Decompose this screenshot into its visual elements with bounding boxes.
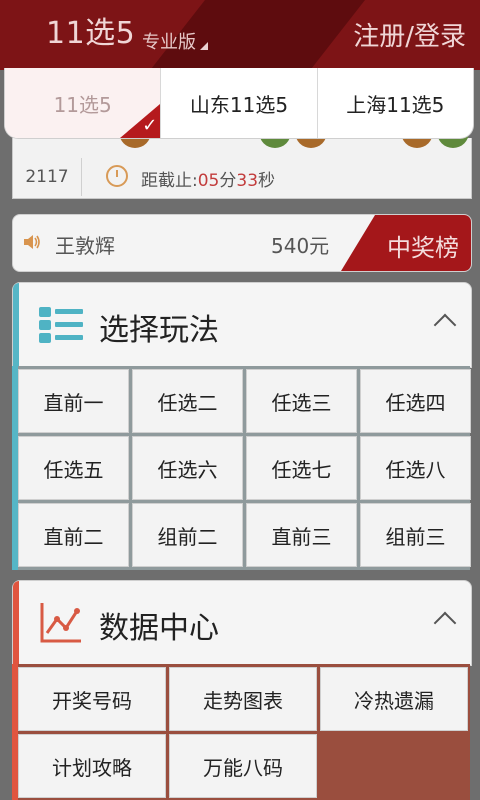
- play-option-10[interactable]: 组前二: [132, 503, 243, 567]
- play-option-12[interactable]: 组前三: [360, 503, 471, 567]
- winner-ticker[interactable]: 王敦辉 540元 中奖榜: [12, 214, 472, 272]
- play-option-4[interactable]: 任选四: [360, 369, 471, 433]
- section-accent-stripe: [13, 283, 19, 367]
- latest-result-panel: 2117 距截止:05分33秒: [12, 116, 472, 199]
- chevron-up-icon[interactable]: [433, 611, 457, 635]
- play-option-11[interactable]: 直前三: [246, 503, 357, 567]
- data-grid: 开奖号码 走势图表 冷热遗漏计划攻略 万能八码: [12, 664, 470, 800]
- data-option-5[interactable]: 万能八码: [169, 734, 317, 798]
- title-dropdown-caret-icon[interactable]: [200, 42, 208, 50]
- play-section-header[interactable]: 选择玩法: [12, 282, 472, 368]
- countdown-min-unit: 分: [219, 171, 237, 191]
- dropdown-option-shandong-11x5[interactable]: 山东11选5: [160, 68, 316, 138]
- leaderboard-label[interactable]: 中奖榜: [387, 228, 459, 263]
- play-option-6[interactable]: 任选六: [132, 436, 243, 500]
- play-option-9[interactable]: 直前二: [18, 503, 129, 567]
- winner-name: 王敦辉: [55, 234, 115, 258]
- play-option-3[interactable]: 任选三: [246, 369, 357, 433]
- countdown-seconds: 33: [236, 171, 259, 191]
- app-subtitle[interactable]: 专业版: [142, 28, 196, 54]
- issue-number: 2117: [13, 158, 82, 196]
- play-option-7[interactable]: 任选七: [246, 436, 357, 500]
- dropdown-option-label: 山东11选5: [189, 92, 289, 117]
- chevron-up-icon[interactable]: [433, 313, 457, 337]
- app-header: 11选5 专业版 注册/登录: [0, 0, 480, 70]
- section-title: 数据中心: [99, 611, 219, 646]
- data-section-header[interactable]: 数据中心: [12, 580, 472, 666]
- section-accent-stripe: [13, 581, 19, 665]
- dropdown-option-shanghai-11x5[interactable]: 上海11选5: [316, 68, 473, 138]
- trend-chart-icon: [40, 603, 81, 643]
- dropdown-option-11x5[interactable]: 11选5 ✓: [5, 68, 161, 138]
- lottery-type-dropdown: 11选5 ✓ 山东11选5 上海11选5: [4, 68, 474, 139]
- play-option-5[interactable]: 任选五: [18, 436, 129, 500]
- countdown-sec-unit: 秒: [258, 171, 276, 191]
- data-option-3[interactable]: 冷热遗漏: [320, 667, 468, 731]
- data-option-2[interactable]: 走势图表: [169, 667, 317, 731]
- clock-icon: [106, 165, 128, 187]
- data-option-4[interactable]: 计划攻略: [18, 734, 166, 798]
- speaker-icon: [24, 235, 40, 249]
- countdown-text: 距截止:05分33秒: [141, 166, 275, 191]
- login-register-button[interactable]: 注册/登录: [353, 20, 466, 54]
- dropdown-option-label: 11选5: [53, 92, 112, 117]
- countdown-prefix: 距截止:: [141, 171, 198, 191]
- countdown-minutes: 05: [197, 171, 220, 191]
- dropdown-option-label: 上海11选5: [346, 92, 445, 117]
- play-option-2[interactable]: 任选二: [132, 369, 243, 433]
- check-icon: ✓: [142, 115, 158, 136]
- app-title[interactable]: 11选5: [46, 16, 135, 52]
- winner-amount: 540元: [271, 234, 330, 258]
- play-option-8[interactable]: 任选八: [360, 436, 471, 500]
- data-option-1[interactable]: 开奖号码: [18, 667, 166, 731]
- section-title: 选择玩法: [99, 313, 219, 348]
- play-option-1[interactable]: 直前一: [18, 369, 129, 433]
- play-grid: 直前一 任选二 任选三 任选四任选五 任选六 任选七 任选八直前二 组前二 直前三 组前三: [12, 366, 471, 570]
- list-icon: [39, 307, 83, 343]
